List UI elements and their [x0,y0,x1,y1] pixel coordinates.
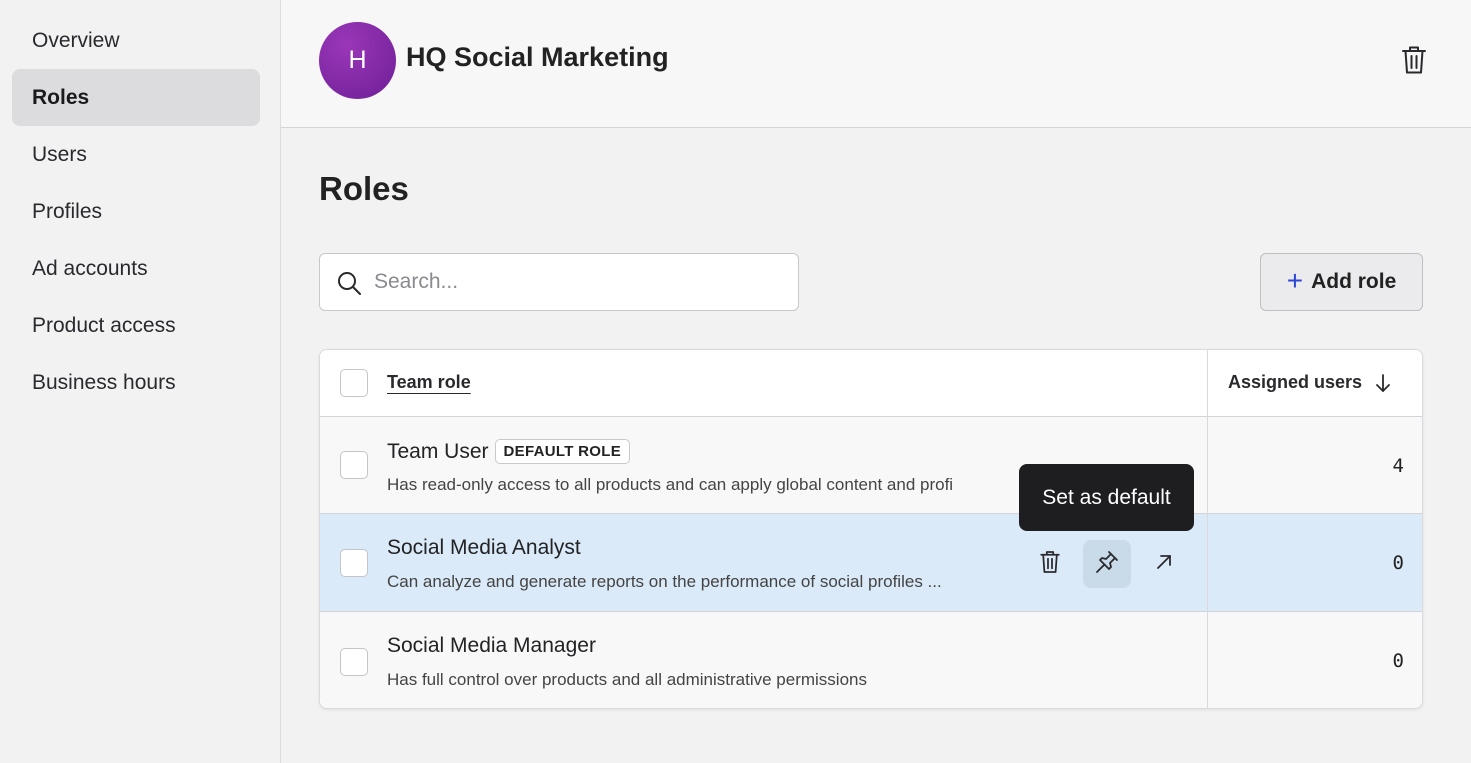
role-name: Team User DEFAULT ROLE [387,439,631,464]
role-description: Has read-only access to all products and… [387,475,954,494]
table-row[interactable]: Social Media Analyst Can analyze and gen… [320,514,1422,612]
search-box[interactable] [319,253,799,311]
delete-role-button[interactable] [1026,540,1074,588]
role-name: Social Media Manager [387,634,596,657]
org-name: HQ Social Marketing [406,42,669,72]
assigned-users-count: 0 [1392,650,1404,672]
column-divider [1207,350,1208,708]
search-icon [336,270,362,296]
search-input[interactable] [374,262,784,302]
roles-table: Team role Assigned users Team User DEFAUL… [319,349,1423,709]
page-title: Roles [319,170,409,207]
column-header-team-role[interactable]: Team role [387,372,471,393]
role-name: Social Media Analyst [387,536,581,559]
select-all-checkbox[interactable] [340,369,368,397]
table-row[interactable]: Team User DEFAULT ROLE Has read-only acce… [320,417,1422,514]
org-header: H HQ Social Marketing [281,0,1471,128]
add-role-label: Add role [1311,270,1397,293]
sidebar: Overview Roles Users Profiles Ad account… [0,0,281,763]
sort-down-icon[interactable] [1374,372,1392,394]
row-checkbox[interactable] [340,648,368,676]
add-role-button[interactable]: + Add role [1260,253,1423,311]
assigned-users-count: 0 [1392,552,1404,574]
trash-icon[interactable] [1399,44,1429,76]
sidebar-item-product-access[interactable]: Product access [12,297,260,354]
plus-icon: + [1286,265,1304,296]
table-row[interactable]: Social Media Manager Has full control ov… [320,612,1422,708]
sidebar-item-users[interactable]: Users [12,126,260,183]
pin-icon [1094,549,1120,580]
sidebar-item-roles[interactable]: Roles [12,69,260,126]
role-description: Has full control over products and all a… [387,670,867,689]
org-avatar: H [319,22,396,99]
table-header: Team role Assigned users [320,350,1422,417]
row-checkbox[interactable] [340,451,368,479]
default-role-badge: DEFAULT ROLE [494,439,631,464]
arrow-up-right-icon [1154,552,1174,577]
sidebar-item-business-hours[interactable]: Business hours [12,354,260,411]
open-role-button[interactable] [1140,540,1188,588]
sidebar-item-profiles[interactable]: Profiles [12,183,260,240]
sidebar-item-ad-accounts[interactable]: Ad accounts [12,240,260,297]
role-description: Can analyze and generate reports on the … [387,572,942,591]
trash-icon [1038,548,1062,581]
assigned-users-count: 4 [1392,455,1404,477]
set-default-button[interactable] [1083,540,1131,588]
set-default-tooltip: Set as default [1019,464,1194,531]
sidebar-item-overview[interactable]: Overview [12,12,260,69]
column-header-assigned-users[interactable]: Assigned users [1228,372,1362,393]
row-checkbox[interactable] [340,549,368,577]
role-name-text: Team User [387,440,489,463]
